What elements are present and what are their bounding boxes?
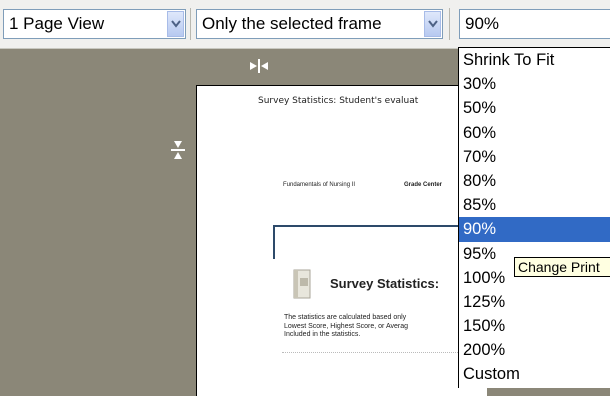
zoom-option-80[interactable]: 80% (459, 169, 610, 193)
resize-vertical-icon[interactable] (171, 136, 185, 164)
print-preview-toolbar: 1 Page View Only the selected frame 90% (0, 0, 610, 49)
zoom-option-50[interactable]: 50% (459, 96, 610, 120)
divider (273, 225, 275, 259)
dotted-divider (282, 352, 462, 353)
zoom-option-150[interactable]: 150% (459, 314, 610, 338)
breadcrumb-grade-center: Grade Center (404, 182, 443, 188)
zoom-option-90[interactable]: 90% (459, 217, 610, 242)
breadcrumb-course: Fundamentals of Nursing II (283, 182, 356, 188)
view-mode-value: 1 Page View (9, 14, 105, 33)
frame-select-value: Only the selected frame (202, 14, 382, 33)
divider (273, 225, 473, 227)
tooltip: Change Print (514, 257, 610, 277)
zoom-option-85[interactable]: 85% (459, 193, 610, 217)
frame-select[interactable]: Only the selected frame (196, 9, 443, 39)
zoom-option-70[interactable]: 70% (459, 145, 610, 169)
toolbar-separator (449, 8, 450, 40)
zoom-option-custom[interactable]: Custom (459, 362, 610, 386)
book-icon (293, 269, 311, 299)
toolbar-separator (190, 8, 191, 40)
body-line: Included in the statistics. (284, 331, 361, 338)
zoom-select[interactable]: 90% (459, 9, 610, 39)
doc-title: Survey Statistics: Student's evaluat (258, 96, 419, 106)
chevron-down-icon[interactable] (424, 11, 441, 37)
view-mode-select[interactable]: 1 Page View (3, 9, 186, 39)
zoom-option-200[interactable]: 200% (459, 338, 610, 362)
body-line: Lowest Score, Highest Score, or Averag (284, 322, 408, 330)
zoom-option-shrink-to-fit[interactable]: Shrink To Fit (459, 48, 610, 72)
zoom-option-30[interactable]: 30% (459, 72, 610, 96)
page-preview (196, 85, 487, 396)
zoom-option-125[interactable]: 125% (459, 290, 610, 314)
zoom-dropdown-list[interactable]: Shrink To Fit 30% 50% 60% 70% 80% 85% 90… (458, 47, 610, 388)
body-text: The statistics are calculated based only… (284, 314, 408, 340)
section-title: Survey Statistics: (330, 276, 440, 291)
chevron-down-icon[interactable] (167, 11, 184, 37)
zoom-option-60[interactable]: 60% (459, 121, 610, 145)
body-line: The statistics are calculated based only (284, 314, 407, 321)
zoom-select-value: 90% (465, 14, 500, 33)
resize-horizontal-icon[interactable] (244, 59, 274, 73)
